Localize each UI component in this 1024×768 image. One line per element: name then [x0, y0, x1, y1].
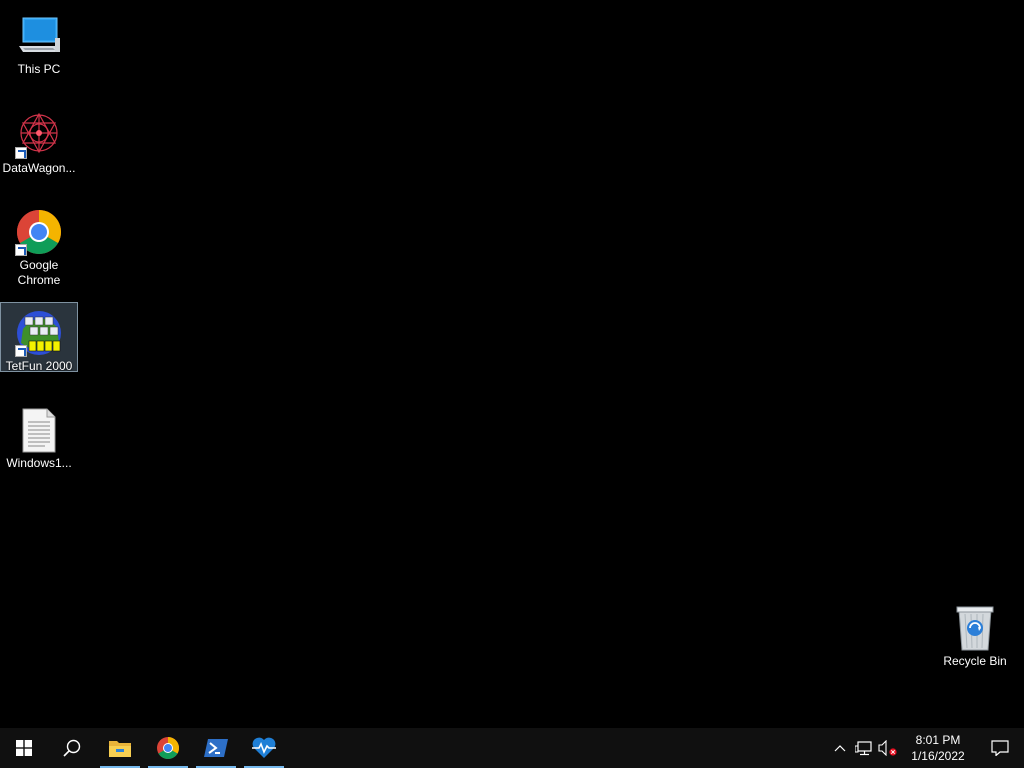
taskbar-health-monitor[interactable]	[240, 728, 288, 768]
chevron-up-icon	[834, 745, 846, 752]
desktop-icon-recycle-bin[interactable]: Recycle Bin	[937, 598, 1013, 670]
desktop-icon-label: DataWagon...	[2, 161, 76, 175]
windows-start-icon	[16, 740, 32, 756]
file-explorer-icon	[109, 741, 131, 757]
desktop-icon-label: TetFun 2000	[5, 359, 73, 373]
action-center-icon	[991, 740, 1009, 756]
desktop-icon-label: This PC	[17, 62, 61, 76]
start-button[interactable]	[0, 728, 48, 768]
search-icon	[63, 739, 81, 757]
desktop-icon-tetfun-2000[interactable]: TetFun 2000	[0, 302, 78, 373]
action-center-button[interactable]	[976, 728, 1024, 768]
taskbar-file-explorer[interactable]	[96, 728, 144, 768]
tetfun-icon	[15, 309, 63, 357]
clock-time: 8:01 PM	[915, 733, 961, 747]
desktop: This PC DataWagon... Google Chrome TetFu…	[0, 0, 1024, 728]
system-tray: 8:01 PM 1/16/2022	[828, 728, 1024, 768]
taskbar-chrome[interactable]	[144, 728, 192, 768]
chrome-icon	[15, 208, 63, 256]
desktop-icon-label: Google Chrome	[17, 258, 61, 287]
datawagon-icon	[15, 111, 63, 159]
computer-icon	[15, 12, 63, 60]
network-button[interactable]	[852, 728, 876, 768]
shortcut-arrow-icon	[15, 345, 27, 357]
shortcut-arrow-icon	[15, 244, 27, 256]
desktop-icon-label: Recycle Bin	[943, 654, 1007, 668]
recycle-bin-icon	[951, 604, 999, 652]
show-hidden-icons-button[interactable]	[828, 728, 852, 768]
text-document-icon	[15, 406, 63, 454]
volume-muted-icon	[878, 740, 897, 756]
chrome-icon	[157, 737, 179, 759]
desktop-icon-google-chrome[interactable]: Google Chrome	[1, 202, 77, 288]
taskbar: 8:01 PM 1/16/2022	[0, 728, 1024, 768]
volume-button[interactable]	[876, 728, 900, 768]
search-button[interactable]	[48, 728, 96, 768]
powershell-icon	[204, 739, 228, 757]
taskbar-powershell[interactable]	[192, 728, 240, 768]
health-monitor-icon	[252, 737, 276, 758]
desktop-icon-this-pc[interactable]: This PC	[1, 6, 77, 76]
clock[interactable]: 8:01 PM 1/16/2022	[900, 732, 976, 764]
desktop-icon-windows-text-file[interactable]: Windows1...	[1, 400, 77, 472]
clock-date: 1/16/2022	[911, 749, 965, 763]
network-icon	[855, 741, 872, 756]
shortcut-arrow-icon	[15, 147, 27, 159]
desktop-icon-label: Windows1...	[6, 456, 72, 470]
desktop-icon-datawagon[interactable]: DataWagon...	[1, 105, 77, 175]
